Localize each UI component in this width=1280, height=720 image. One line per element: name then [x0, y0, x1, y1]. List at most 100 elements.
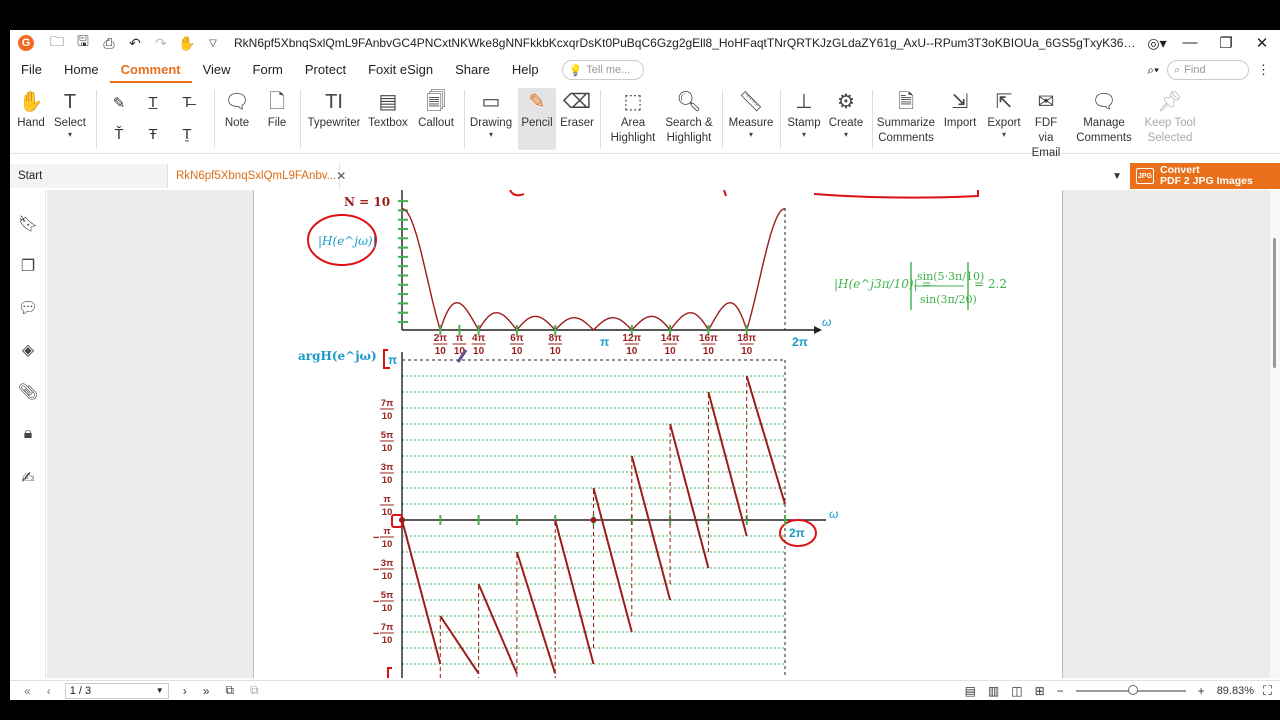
- search-highlight-button[interactable]: 🔍︎ Search & Highlight: [662, 88, 716, 146]
- menu-home[interactable]: Home: [53, 57, 110, 83]
- restore-icon[interactable]: ❐: [1208, 34, 1244, 52]
- layers-icon[interactable]: ◈: [16, 338, 40, 362]
- strikeout-text-icon[interactable]: T̶: [176, 94, 198, 111]
- top-tick-numerator: 4π: [472, 333, 486, 344]
- menu-help[interactable]: Help: [501, 57, 550, 83]
- zoom-level[interactable]: 89.83%: [1217, 685, 1254, 697]
- prev-page-icon[interactable]: ‹: [47, 684, 51, 698]
- menu-form[interactable]: Form: [242, 57, 294, 83]
- import-button[interactable]: ⇲ Import: [940, 88, 980, 131]
- tab-list-dropdown-icon[interactable]: ▼: [1112, 171, 1122, 182]
- pencil-button[interactable]: ✎ Pencil: [518, 88, 556, 150]
- chevron-down-icon: ▾: [801, 130, 806, 139]
- menu-comment[interactable]: Comment: [109, 57, 192, 83]
- highlight-text-icon[interactable]: ✎: [108, 94, 130, 112]
- security-icon[interactable]: 🔒︎: [16, 422, 40, 446]
- tell-me-box[interactable]: 💡 Tell me...: [561, 60, 644, 80]
- summarize-comments-button[interactable]: 🗎 Summarize Comments: [876, 88, 936, 146]
- manage-label-2: Comments: [1076, 132, 1132, 144]
- measure-button[interactable]: 📏︎ Measure ▾: [726, 88, 776, 139]
- zoom-out-icon[interactable]: −: [1057, 684, 1064, 698]
- page-navigation-next: › » ⧉ ⧉: [183, 683, 259, 698]
- ruler-icon: 📏︎: [738, 90, 764, 113]
- tell-me-placeholder: Tell me...: [586, 64, 631, 76]
- tab-start[interactable]: Start: [10, 164, 168, 188]
- convert-pdf-jpg-banner[interactable]: JPG Convert PDF 2 JPG Images: [1130, 163, 1280, 189]
- keep-tool-selected-button[interactable]: 📌︎ Keep Tool Selected: [1144, 88, 1196, 146]
- hand-tool-button[interactable]: ✋ Hand: [16, 88, 46, 131]
- pages-icon[interactable]: ❐: [16, 254, 40, 278]
- ink-bracket-bottom: [387, 667, 392, 678]
- note-button[interactable]: 🗨 Note: [220, 88, 254, 131]
- eraser-icon: ⌫: [562, 90, 592, 113]
- left-navigation-panel: 🔖︎ ❐ 💬︎ ◈ 📎︎ 🔒︎ ✍︎: [10, 190, 46, 678]
- underline-text-icon[interactable]: T̲: [142, 94, 164, 111]
- create-button[interactable]: ⚙ Create ▾: [826, 88, 866, 139]
- menu-foxit-esign[interactable]: Foxit eSign: [357, 57, 444, 83]
- zoom-slider-knob[interactable]: [1127, 684, 1138, 695]
- close-icon[interactable]: ✕: [1244, 34, 1280, 52]
- callout-button[interactable]: 🗐 Callout: [414, 88, 458, 131]
- save-icon[interactable]: 🖫: [74, 31, 92, 55]
- close-tab-icon[interactable]: ✕: [336, 169, 346, 183]
- bookmark-icon[interactable]: 🔖︎: [16, 212, 40, 236]
- export-button[interactable]: ⇱ Export ▾: [984, 88, 1024, 139]
- attachment-icon[interactable]: 📎︎: [16, 380, 40, 404]
- minimize-icon[interactable]: —: [1172, 34, 1208, 52]
- next-page-icon[interactable]: ›: [183, 684, 187, 698]
- single-page-view-icon[interactable]: ▤: [965, 684, 976, 698]
- manage-comments-button[interactable]: 🗨 Manage Comments: [1070, 88, 1138, 146]
- left-tick-numerator: 3π: [381, 462, 394, 473]
- squiggly-text-icon[interactable]: Ť: [108, 126, 130, 143]
- eraser-button[interactable]: ⌫ Eraser: [560, 88, 594, 131]
- view-mode-icons: ▤ ▥ ◫ ⊞ − + 89.83%: [965, 684, 1280, 698]
- copy-page-icon[interactable]: ⧉: [225, 683, 234, 698]
- page-navigation: « ‹: [24, 684, 51, 698]
- last-page-icon[interactable]: »: [203, 684, 210, 698]
- customize-dropdown-icon[interactable]: ▽: [204, 38, 222, 49]
- search-options-icon[interactable]: ⌕▾: [1147, 63, 1159, 78]
- hand-tool-icon[interactable]: ✋: [178, 35, 196, 52]
- zoom-in-icon[interactable]: +: [1198, 684, 1205, 698]
- document-viewport[interactable]: N = 10 ω 2π π |H(e^jω)| 2π 10 π 10 4π 10 6π 10 8π 10 12…: [47, 189, 1280, 700]
- continuous-view-icon[interactable]: ▥: [988, 684, 999, 698]
- zoom-slider[interactable]: [1075, 684, 1186, 695]
- redo-icon[interactable]: ↷: [152, 35, 170, 52]
- typewriter-button[interactable]: TI Typewriter: [306, 88, 362, 131]
- fdf-via-email-button[interactable]: ✉ FDF via Email: [1026, 88, 1066, 161]
- replace-text-icon[interactable]: Ŧ: [142, 126, 164, 143]
- phase-segment: [592, 487, 633, 633]
- file-attach-button[interactable]: 🗋 File: [262, 88, 292, 131]
- textbox-button[interactable]: ▤ Textbox: [366, 88, 410, 131]
- comments-icon[interactable]: 💬︎: [16, 296, 40, 320]
- menu-protect[interactable]: Protect: [294, 57, 357, 83]
- window-controls: — ❐ ✕: [1172, 34, 1280, 52]
- tab-document[interactable]: RkN6pf5XbnqSxlQmL9FAnbv... ✕: [168, 164, 346, 188]
- continuous-facing-view-icon[interactable]: ⊞: [1035, 684, 1045, 698]
- top-tick-numerator: 18π: [737, 333, 756, 344]
- select-tool-button[interactable]: T Select ▾: [52, 88, 88, 139]
- print-icon[interactable]: ⎙: [100, 35, 118, 52]
- signature-icon[interactable]: ✍︎: [16, 466, 40, 490]
- menu-file[interactable]: File: [10, 57, 53, 83]
- area-highlight-button[interactable]: ⬚ Area Highlight: [606, 88, 660, 146]
- fullscreen-icon[interactable]: ⛶: [1263, 683, 1272, 699]
- undo-icon[interactable]: ↶: [126, 35, 144, 52]
- menu-view[interactable]: View: [192, 57, 242, 83]
- scrollbar-thumb[interactable]: [1273, 238, 1276, 368]
- account-icon[interactable]: ◎▾: [1142, 35, 1172, 52]
- pi-dot: [590, 517, 597, 523]
- page-number-box[interactable]: 1 / 3 ▼: [64, 682, 169, 699]
- phase-segment: [669, 423, 710, 569]
- find-box[interactable]: ⌕ Find: [1167, 60, 1249, 80]
- drawing-button[interactable]: ▭ Drawing ▾: [468, 88, 514, 139]
- more-menu-icon[interactable]: ⋮: [1257, 62, 1270, 78]
- insert-text-icon[interactable]: Ṯ: [176, 126, 198, 143]
- menu-share[interactable]: Share: [444, 57, 501, 83]
- stamp-button[interactable]: ⊥ Stamp ▾: [786, 88, 822, 139]
- first-page-icon[interactable]: «: [24, 684, 31, 698]
- vertical-scrollbar[interactable]: [1270, 190, 1280, 678]
- open-folder-icon[interactable]: 🗀: [48, 31, 66, 55]
- facing-view-icon[interactable]: ◫: [1011, 684, 1022, 698]
- paste-page-icon[interactable]: ⧉: [250, 683, 259, 698]
